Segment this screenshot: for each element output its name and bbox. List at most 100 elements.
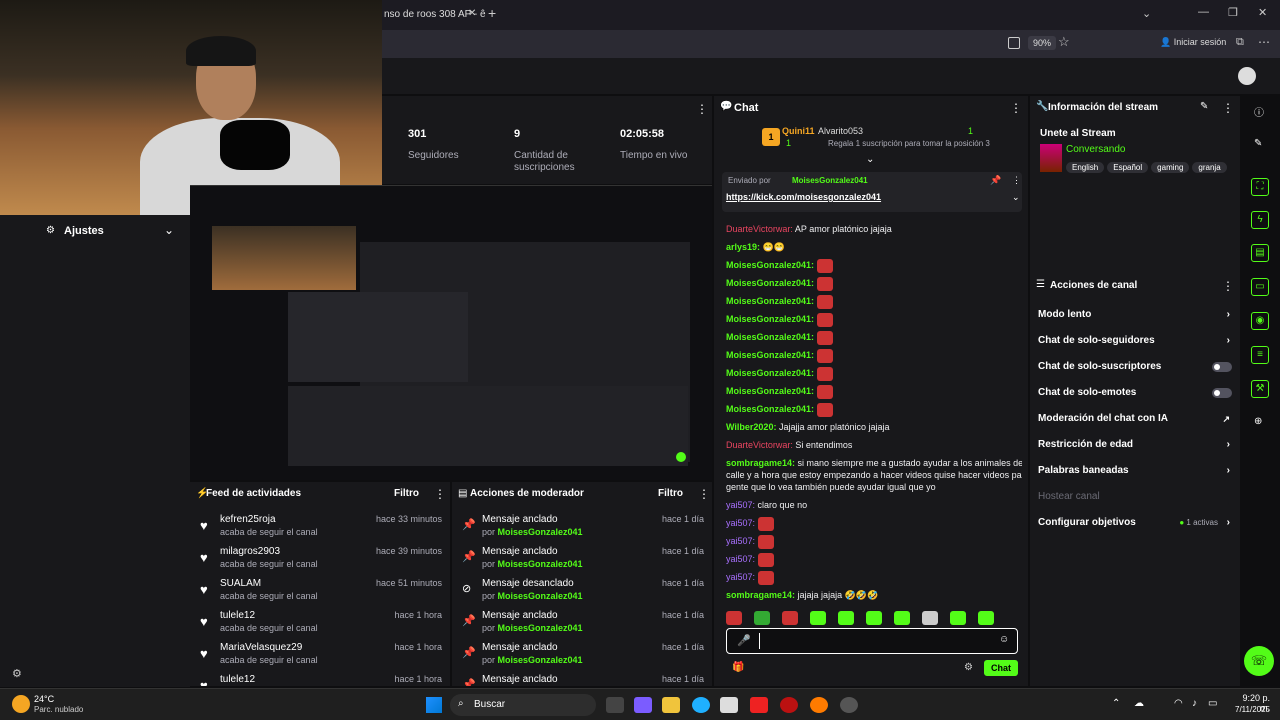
chat-username[interactable]: MoisesGonzalez041: xyxy=(726,350,814,360)
chat-username[interactable]: DuarteVictorwar: xyxy=(726,224,793,234)
copilot-icon[interactable] xyxy=(634,697,652,713)
tag[interactable]: granja xyxy=(1192,162,1227,173)
list-item[interactable]: ♥ tulele12 hace 1 hora xyxy=(190,674,450,686)
pin-icon[interactable]: 📌 xyxy=(990,175,1001,186)
chat-username[interactable]: yai507: xyxy=(726,572,755,582)
chat-username[interactable]: arlys19: xyxy=(726,242,760,252)
chat-icon[interactable]: ▭ xyxy=(1251,278,1269,296)
mod-user[interactable]: MoisesGonzalez041 xyxy=(498,655,583,665)
action-slow-mode[interactable]: Modo lento › xyxy=(1030,302,1240,328)
mod-user[interactable]: MoisesGonzalez041 xyxy=(498,591,583,601)
support-button[interactable]: ☏ xyxy=(1244,646,1274,676)
chevron-down-icon[interactable]: ⌄ xyxy=(164,223,174,237)
battery-icon[interactable]: ▭ xyxy=(1208,698,1217,709)
chat-message[interactable]: MoisesGonzalez041: xyxy=(726,274,1022,292)
chat-username[interactable]: Wilber2020: xyxy=(726,422,776,432)
chat-username[interactable]: yai507: xyxy=(726,518,755,528)
top-gifter-1[interactable]: Quini11 xyxy=(782,126,815,136)
taskview-icon[interactable] xyxy=(606,697,624,713)
chat-message[interactable]: yai507: xyxy=(726,550,1022,568)
chat-username[interactable]: sombragame14: xyxy=(726,458,795,468)
chat-username[interactable]: yai507: xyxy=(726,554,755,564)
firefox-icon[interactable] xyxy=(810,697,828,713)
emote[interactable] xyxy=(810,610,826,625)
chat-message[interactable]: DuarteVictorwar: AP amor platónico jajaj… xyxy=(726,220,1022,238)
list-item[interactable]: 📌 Mensaje anclado por MoisesGonzalez041 hac… xyxy=(452,546,712,578)
emote[interactable] xyxy=(866,610,882,625)
tray-chevron-icon[interactable]: ⌃ xyxy=(1112,698,1120,709)
mod-user[interactable]: MoisesGonzalez041 xyxy=(498,527,583,537)
send-chat-button[interactable]: Chat xyxy=(984,660,1018,676)
list-item[interactable]: ♥ tulele12 acaba de seguir el canal hace 1 … xyxy=(190,610,450,642)
extensions-icon[interactable]: ⧉ xyxy=(1236,36,1244,49)
close-tab-icon[interactable]: ✕ xyxy=(468,8,476,19)
more-icon[interactable]: ⋮ xyxy=(1010,101,1022,115)
more-icon[interactable]: ⋮ xyxy=(1012,175,1021,186)
pinned-link[interactable]: https://kick.com/moisesgonzalez041 xyxy=(726,192,881,202)
emote[interactable] xyxy=(978,610,994,625)
chat-message[interactable]: yai507: claro que no xyxy=(726,496,1022,514)
action-subscribers-only[interactable]: Chat de solo-suscriptores xyxy=(1030,354,1240,380)
chat-message[interactable]: sombragame14: si mano siempre me a gusta… xyxy=(726,457,1022,469)
zoom-level[interactable]: 90% xyxy=(1028,36,1057,50)
tag[interactable]: English xyxy=(1066,162,1105,173)
chat-message[interactable]: yai507: xyxy=(726,532,1022,550)
chat-username[interactable]: MoisesGonzalez041: xyxy=(726,386,814,396)
chat-username[interactable]: yai507: xyxy=(726,500,755,510)
volume-icon[interactable]: ♪ xyxy=(1192,698,1197,709)
modactions-filter-button[interactable]: Filtro xyxy=(658,488,683,499)
feed-filter-button[interactable]: Filtro xyxy=(394,488,419,499)
taskbar-search[interactable]: ⌕ Buscar xyxy=(450,694,596,716)
list-item[interactable]: 📌 Mensaje anclado por MoisesGonzalez041 hac… xyxy=(452,642,712,674)
new-tab-icon[interactable]: + xyxy=(488,5,496,21)
chat-message[interactable]: MoisesGonzalez041: xyxy=(726,364,1022,382)
more-icon[interactable]: ⋮ xyxy=(1222,279,1234,293)
list-item[interactable]: 📌 Mensaje anclado por MoisesGonzalez041 hac… xyxy=(452,610,712,642)
chat-username[interactable]: yai507: xyxy=(726,536,755,546)
tag[interactable]: Español xyxy=(1107,162,1149,173)
list-item[interactable]: ♥ MariaVelasquez29 acaba de seguir el cana… xyxy=(190,642,450,674)
lightning-icon[interactable]: ϟ xyxy=(1251,211,1269,229)
chevron-down-icon[interactable]: ⌄ xyxy=(1012,192,1020,203)
stream-category[interactable]: Conversando xyxy=(1066,144,1125,155)
action-ai-moderation[interactable]: Moderación del chat con IA ↗ xyxy=(1030,406,1240,432)
chat-username[interactable]: MoisesGonzalez041: xyxy=(726,314,814,324)
chat-message[interactable]: MoisesGonzalez041: xyxy=(726,292,1022,310)
chat-message[interactable]: yai507: xyxy=(726,514,1022,532)
pinned-by-user[interactable]: MoisesGonzalez041 xyxy=(792,176,868,185)
file-explorer-icon[interactable] xyxy=(662,697,680,713)
windows-start-icon[interactable] xyxy=(426,697,442,713)
action-followers-only[interactable]: Chat de solo-seguidores › xyxy=(1030,328,1240,354)
emote[interactable] xyxy=(950,610,966,625)
chat-input[interactable]: 🎤 ☺ xyxy=(726,628,1018,654)
chat-message[interactable]: MoisesGonzalez041: xyxy=(726,256,1022,274)
chat-message[interactable]: Wilber2020: Jajajja amor platónico jajaj… xyxy=(726,418,1022,436)
tool-icon[interactable]: ⚒ xyxy=(1251,380,1269,398)
tag[interactable]: gaming xyxy=(1151,162,1190,173)
plus-icon[interactable]: ⊕ xyxy=(1254,416,1262,427)
chevron-down-icon[interactable]: ⌄ xyxy=(1142,7,1151,20)
emote[interactable] xyxy=(922,610,938,625)
app-settings-icon[interactable] xyxy=(840,697,858,713)
chat-message[interactable]: MoisesGonzalez041: xyxy=(726,382,1022,400)
maximize-icon[interactable]: ❐ xyxy=(1228,6,1238,19)
chat-settings-icon[interactable]: ⚙ xyxy=(964,662,973,673)
action-goals[interactable]: Configurar objetivos ● 1 activas › xyxy=(1030,510,1240,536)
list-item[interactable]: 📌 Mensaje anclado hace 1 día xyxy=(452,674,712,686)
list-item[interactable]: ⊘ Mensaje desanclado por MoisesGonzalez041… xyxy=(452,578,712,610)
chat-message[interactable]: DuarteVictorwar: Si entendimos xyxy=(726,436,1022,454)
list-item[interactable]: ♥ milagros2903 acaba de seguir el canal hac… xyxy=(190,546,450,578)
minimize-icon[interactable]: — xyxy=(1198,6,1209,18)
toggle-switch[interactable] xyxy=(1212,362,1232,372)
stack-icon[interactable]: ≡ xyxy=(1251,346,1269,364)
top-gifter-2[interactable]: Alvarito053 xyxy=(818,126,863,136)
screen-icon[interactable] xyxy=(1008,37,1020,49)
clock-date[interactable]: 7/11/2025 xyxy=(1226,705,1270,714)
pencil-icon[interactable]: ✎ xyxy=(1254,138,1262,149)
chat-username[interactable]: MoisesGonzalez041: xyxy=(726,368,814,378)
toggle-switch[interactable] xyxy=(1212,388,1232,398)
wifi-icon[interactable]: ◠ xyxy=(1174,698,1183,709)
sign-in-button[interactable]: 👤 Iniciar sesión xyxy=(1160,37,1226,48)
list-item[interactable]: 📌 Mensaje anclado por MoisesGonzalez041 hac… xyxy=(452,514,712,546)
emote[interactable] xyxy=(754,610,770,625)
